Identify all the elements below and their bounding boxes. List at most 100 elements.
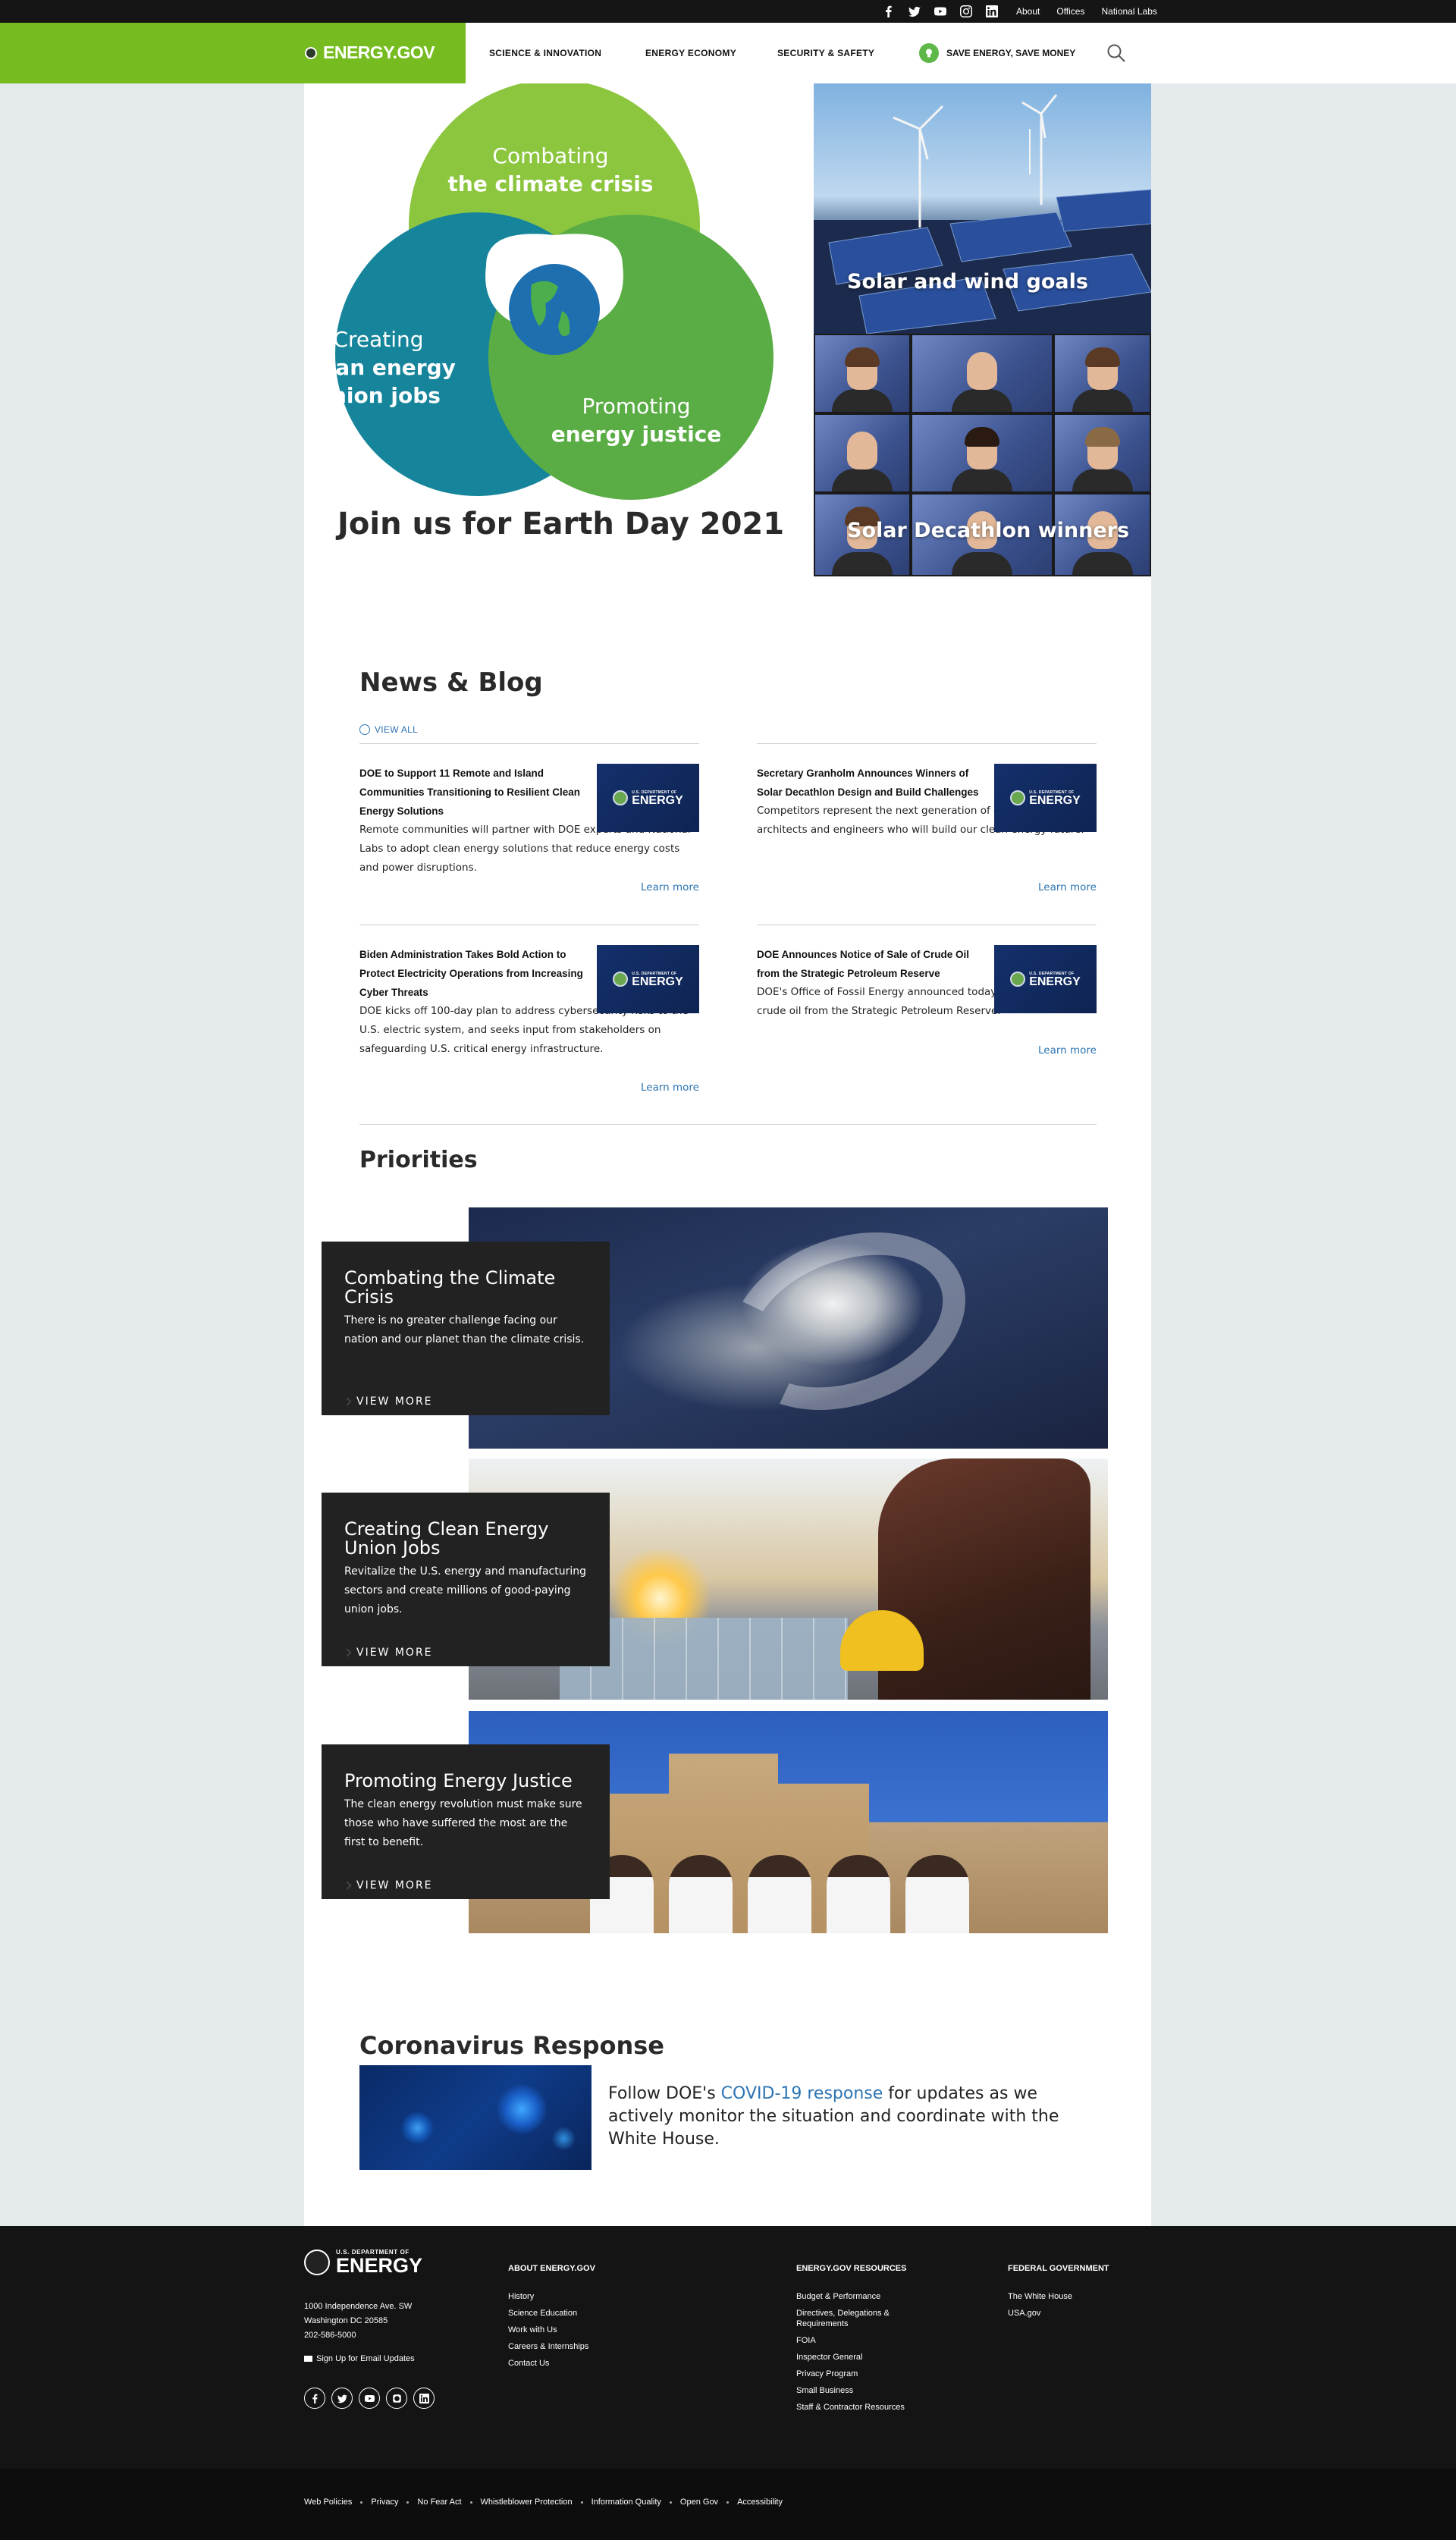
open-gov-link[interactable]: Open Gov <box>680 2498 718 2507</box>
venn-left-line2: clean energy <box>304 355 456 380</box>
covid-heading: Coronavirus Response <box>359 2031 664 2060</box>
linkedin-icon[interactable] <box>413 2388 435 2409</box>
venn-right-line2: energy justice <box>551 422 722 447</box>
doe-thumbnail[interactable]: U.S. DEPARTMENT OF ENERGY <box>597 945 699 1013</box>
nav-item-security-safety[interactable]: SECURITY & SAFETY <box>777 48 918 58</box>
search-icon[interactable] <box>1106 42 1127 64</box>
solar-wind-caption: Solar and wind goals <box>847 270 1088 294</box>
footer-column-heading: FEDERAL GOVERNMENT <box>1008 2264 1109 2273</box>
footer-link[interactable]: Contact Us <box>508 2359 549 2368</box>
arrow-circle-icon <box>359 724 370 735</box>
priority-card-climate: Combating the Climate Crisis There is no… <box>322 1242 610 1415</box>
site-logo[interactable]: ENERGY.GOV <box>305 42 435 63</box>
doe-seal-icon <box>613 790 629 805</box>
divider <box>359 1124 1097 1125</box>
view-all-link[interactable]: VIEW ALL <box>359 724 418 735</box>
save-energy-label: SAVE ENERGY, SAVE MONEY <box>946 48 1076 58</box>
virus-image <box>359 2065 592 2170</box>
footer-link[interactable]: Privacy Program <box>796 2369 858 2378</box>
venn-left-line3: union jobs <box>316 383 441 408</box>
solar-wind-tile[interactable]: Solar and wind goals <box>814 83 1151 334</box>
venn-left-line1: Creating <box>333 327 423 352</box>
divider <box>757 743 1097 744</box>
learn-more-link[interactable]: Learn more <box>1038 881 1097 893</box>
learn-more-link[interactable]: Learn more <box>1038 1044 1097 1057</box>
footer-link[interactable]: Work with Us <box>508 2325 557 2334</box>
view-more-link[interactable]: VIEW MORE <box>343 1879 433 1892</box>
footer-column-resources: ENERGY.GOV RESOURCES Budget & Performanc… <box>796 2264 925 2416</box>
view-more-link[interactable]: VIEW MORE <box>343 1647 433 1659</box>
national-labs-link[interactable]: National Labs <box>1101 6 1156 17</box>
doe-seal-icon <box>1010 790 1026 805</box>
privacy-link[interactable]: Privacy <box>371 2498 398 2507</box>
article-title[interactable]: Biden Administration Takes Bold Action t… <box>359 945 587 1002</box>
whistleblower-link[interactable]: Whistleblower Protection <box>481 2498 573 2507</box>
article-title[interactable]: Secretary Granholm Announces Winners of … <box>757 764 984 802</box>
learn-more-link[interactable]: Learn more <box>641 1082 699 1094</box>
solar-decathlon-tile[interactable]: Solar Decathlon winners <box>814 334 1151 576</box>
youtube-icon[interactable] <box>933 4 948 19</box>
participant-tile <box>911 334 1053 413</box>
priority-text: There is no greater challenge facing our… <box>344 1314 585 1345</box>
participant-tile <box>814 413 911 493</box>
footer-link[interactable]: Directives, Delegations & Requirements <box>796 2309 890 2328</box>
covid-response-link[interactable]: COVID-19 response <box>721 2084 883 2103</box>
doe-thumbnail[interactable]: U.S. DEPARTMENT OF ENERGY <box>994 945 1097 1013</box>
nav-item-energy-economy[interactable]: ENERGY ECONOMY <box>645 48 777 58</box>
doe-seal-icon <box>1010 972 1026 987</box>
facebook-icon[interactable] <box>304 2388 325 2409</box>
news-heading: News & Blog <box>359 667 543 698</box>
earth-day-title: Join us for Earth Day 2021 <box>337 507 785 542</box>
utility-links: About Offices National Labs <box>1016 6 1157 17</box>
twitter-icon[interactable] <box>907 4 922 19</box>
footer-link[interactable]: Science Education <box>508 2309 577 2318</box>
no-fear-act-link[interactable]: No Fear Act <box>417 2498 461 2507</box>
chevron-right-icon <box>343 1397 352 1406</box>
web-policies-link[interactable]: Web Policies <box>304 2498 352 2507</box>
logo-text: ENERGY.GOV <box>323 42 435 62</box>
view-all-label: VIEW ALL <box>375 724 419 735</box>
footer-link[interactable]: Staff & Contractor Resources <box>796 2403 905 2412</box>
footer-social-icons <box>304 2388 435 2409</box>
about-link[interactable]: About <box>1016 6 1040 17</box>
envelope-icon <box>304 2356 312 2362</box>
earth-day-banner[interactable]: Combating the climate crisis Creating cl… <box>304 83 812 576</box>
footer-link[interactable]: Inspector General <box>796 2353 862 2362</box>
footer-link[interactable]: USA.gov <box>1008 2309 1040 2318</box>
instagram-icon[interactable] <box>386 2388 407 2409</box>
nav-item-science-innovation[interactable]: SCIENCE & INNOVATION <box>489 48 645 58</box>
utility-bar: About Offices National Labs <box>0 0 1456 23</box>
accessibility-link[interactable]: Accessibility <box>737 2498 783 2507</box>
email-signup-link[interactable]: Sign Up for Email Updates <box>304 2354 415 2363</box>
learn-more-link[interactable]: Learn more <box>641 881 699 893</box>
article-title[interactable]: DOE Announces Notice of Sale of Crude Oi… <box>757 945 984 983</box>
doe-thumbnail[interactable]: U.S. DEPARTMENT OF ENERGY <box>994 764 1097 832</box>
linkedin-icon[interactable] <box>984 4 999 19</box>
view-more-link[interactable]: VIEW MORE <box>343 1396 433 1408</box>
save-energy-link[interactable]: SAVE ENERGY, SAVE MONEY <box>919 43 1075 63</box>
footer-column-federal: FEDERAL GOVERNMENT The White House USA.g… <box>1008 2264 1114 2322</box>
footer-logo[interactable]: U.S. DEPARTMENT OF ENERGY <box>304 2249 422 2276</box>
priority-text: Revitalize the U.S. energy and manufactu… <box>344 1565 587 1615</box>
doe-thumbnail[interactable]: U.S. DEPARTMENT OF ENERGY <box>597 764 699 832</box>
footer-link[interactable]: FOIA <box>796 2336 816 2345</box>
priority-text: The clean energy revolution must make su… <box>344 1798 582 1848</box>
priority-title: Promoting Energy Justice <box>344 1770 573 1791</box>
footer-link[interactable]: History <box>508 2292 534 2301</box>
article-title[interactable]: DOE to Support 11 Remote and Island Comm… <box>359 764 587 821</box>
twitter-icon[interactable] <box>331 2388 353 2409</box>
footer-column-heading: ABOUT ENERGY.GOV <box>508 2264 595 2273</box>
information-quality-link[interactable]: Information Quality <box>592 2498 661 2507</box>
footer-link[interactable]: The White House <box>1008 2292 1072 2301</box>
footer-link[interactable]: Careers & Internships <box>508 2342 588 2351</box>
instagram-icon[interactable] <box>959 4 974 19</box>
solar-wind-photo <box>814 94 1151 334</box>
footer-link[interactable]: Small Business <box>796 2386 853 2395</box>
youtube-icon[interactable] <box>359 2388 380 2409</box>
chevron-right-icon <box>343 1881 352 1890</box>
footer-link[interactable]: Budget & Performance <box>796 2292 880 2301</box>
offices-link[interactable]: Offices <box>1056 6 1084 17</box>
facebook-icon[interactable] <box>881 4 896 19</box>
covid-text: Follow DOE's COVID-19 response for updat… <box>608 2084 1059 2149</box>
chevron-right-icon <box>343 1648 352 1657</box>
